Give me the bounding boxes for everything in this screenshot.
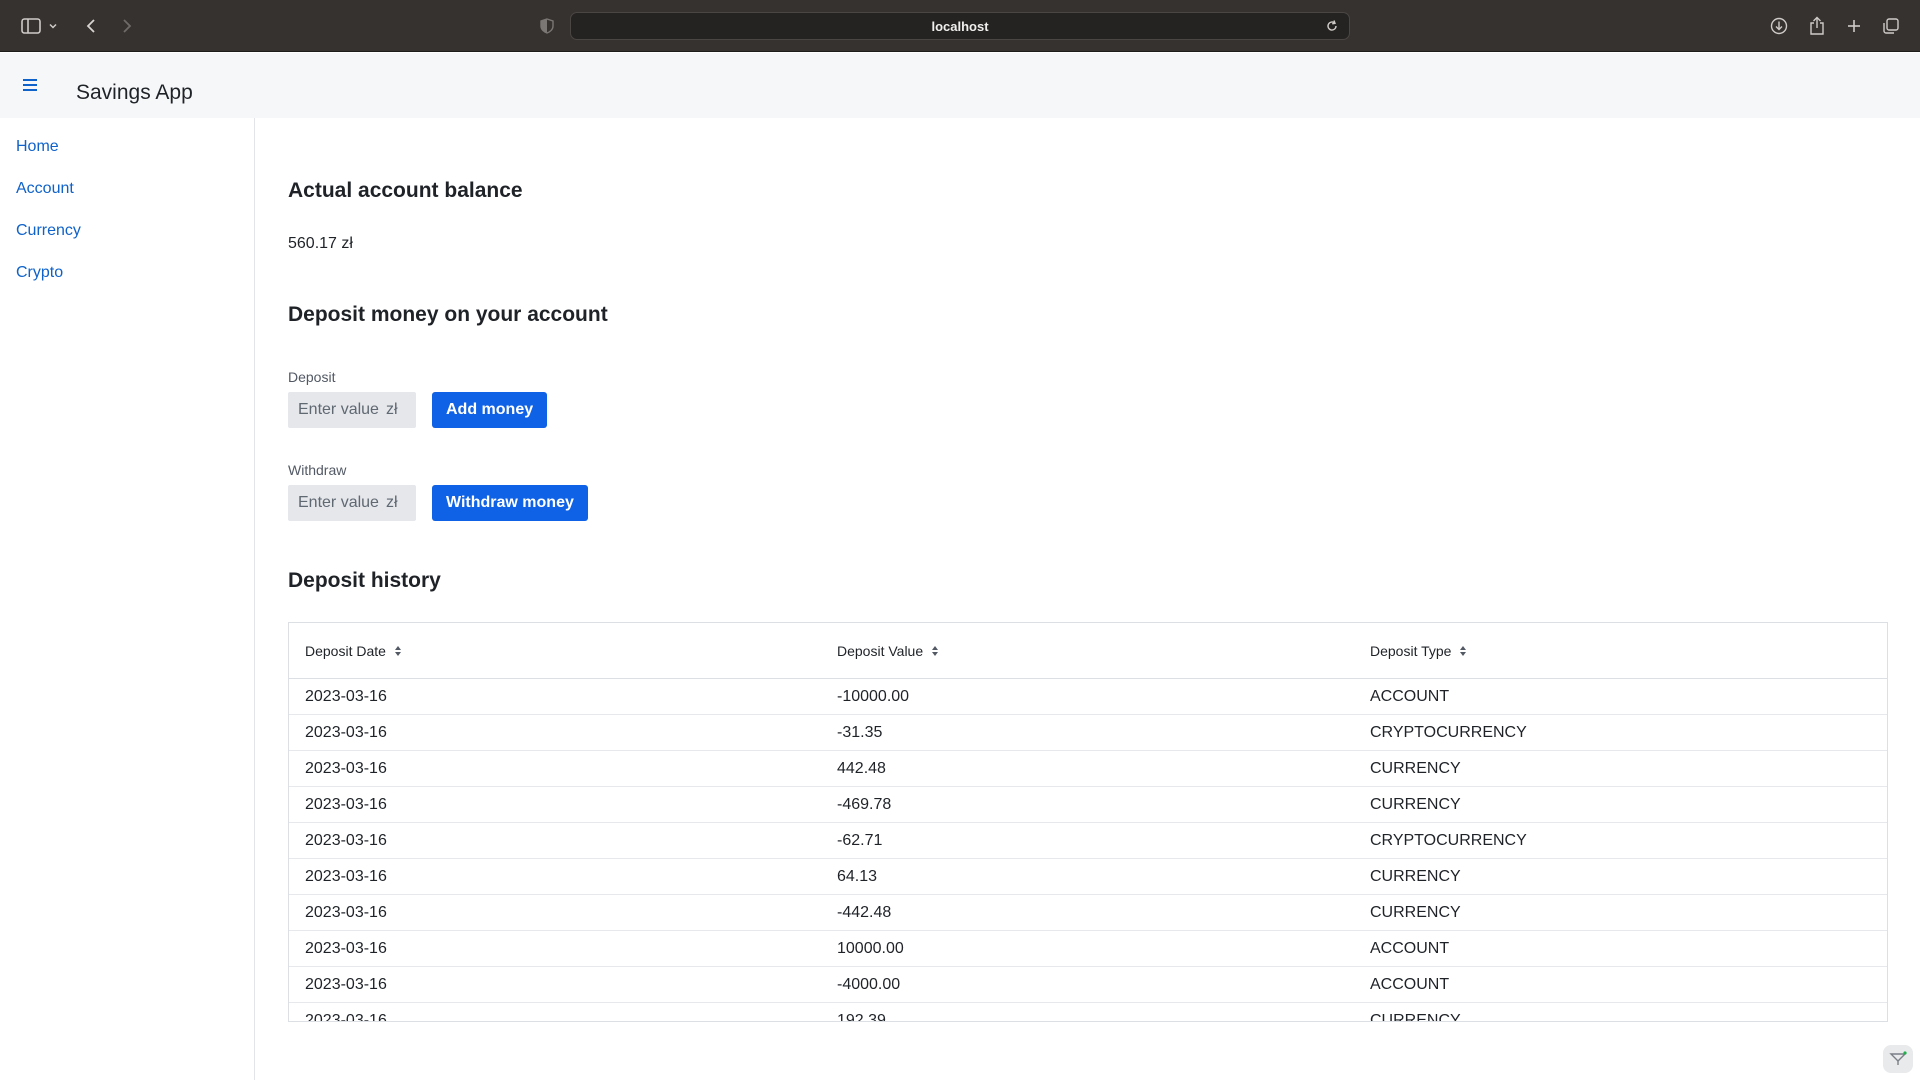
reload-icon[interactable] bbox=[1325, 19, 1339, 38]
table-row[interactable]: 2023-03-16 -469.78 CURRENCY bbox=[289, 787, 1887, 823]
app-title: Savings App bbox=[76, 81, 193, 104]
cell-type: CRYPTOCURRENCY bbox=[1370, 832, 1527, 849]
cell-type: CURRENCY bbox=[1370, 868, 1461, 885]
downloads-icon[interactable] bbox=[1766, 13, 1792, 39]
cell-type: ACCOUNT bbox=[1370, 976, 1450, 993]
deposit-section-heading: Deposit money on your account bbox=[288, 303, 608, 326]
hamburger-menu-icon[interactable] bbox=[16, 71, 44, 99]
cell-type: CURRENCY bbox=[1370, 760, 1461, 777]
table-row[interactable]: 2023-03-16 -4000.00 ACCOUNT bbox=[289, 967, 1887, 1003]
sidebar-item-currency[interactable]: Currency bbox=[16, 222, 81, 240]
table-row[interactable]: 2023-03-16 64.13 CURRENCY bbox=[289, 859, 1887, 895]
deposit-input[interactable] bbox=[288, 392, 384, 428]
new-tab-plus-icon[interactable] bbox=[1841, 13, 1867, 39]
cell-type: CURRENCY bbox=[1370, 1012, 1461, 1022]
table-row[interactable]: 2023-03-16 -31.35 CRYPTOCURRENCY bbox=[289, 715, 1887, 751]
column-header-date[interactable]: Deposit Date bbox=[305, 643, 402, 659]
sidebar-item-home[interactable]: Home bbox=[16, 138, 59, 156]
add-money-button[interactable]: Add money bbox=[432, 392, 548, 428]
column-header-type-label: Deposit Type bbox=[1370, 643, 1452, 659]
main-content: Actual account balance 560.17 zł Deposit… bbox=[256, 118, 1920, 1080]
withdraw-input[interactable] bbox=[288, 485, 384, 521]
cell-date: 2023-03-16 bbox=[305, 832, 387, 849]
table-row[interactable]: 2023-03-16 -10000.00 ACCOUNT bbox=[289, 679, 1887, 715]
tab-overview-icon[interactable] bbox=[1878, 13, 1904, 39]
cell-value: -442.48 bbox=[837, 904, 892, 921]
sidebar-toggle-icon[interactable] bbox=[18, 13, 44, 39]
deposit-input-group: zł bbox=[288, 392, 416, 428]
cell-date: 2023-03-16 bbox=[305, 940, 387, 957]
chevron-down-icon[interactable] bbox=[46, 13, 60, 39]
cell-date: 2023-03-16 bbox=[305, 1012, 387, 1022]
deposit-label: Deposit bbox=[288, 369, 336, 385]
privacy-shield-icon[interactable] bbox=[534, 13, 560, 39]
table-row[interactable]: 2023-03-16 192.39 CURRENCY bbox=[289, 1003, 1887, 1022]
cell-type: ACCOUNT bbox=[1370, 940, 1450, 957]
cell-value: 10000.00 bbox=[837, 940, 904, 957]
column-header-date-label: Deposit Date bbox=[305, 643, 386, 659]
cell-value: 64.13 bbox=[837, 868, 878, 885]
deposit-currency-suffix: zł bbox=[386, 401, 398, 418]
column-header-value[interactable]: Deposit Value bbox=[837, 643, 939, 659]
sort-icon[interactable] bbox=[394, 645, 402, 657]
table-row[interactable]: 2023-03-16 10000.00 ACCOUNT bbox=[289, 931, 1887, 967]
deposit-history-table[interactable]: Deposit Date Deposit Value Deposit Type … bbox=[288, 622, 1888, 1022]
cell-type: CRYPTOCURRENCY bbox=[1370, 724, 1527, 741]
cell-date: 2023-03-16 bbox=[305, 796, 387, 813]
cell-type: CURRENCY bbox=[1370, 904, 1461, 921]
balance-heading: Actual account balance bbox=[288, 179, 523, 202]
sort-icon[interactable] bbox=[1459, 645, 1467, 657]
feedback-icon[interactable] bbox=[1883, 1045, 1913, 1073]
cell-date: 2023-03-16 bbox=[305, 868, 387, 885]
sort-icon[interactable] bbox=[931, 645, 939, 657]
cell-value: -62.71 bbox=[837, 832, 883, 849]
table-row[interactable]: 2023-03-16 -442.48 CURRENCY bbox=[289, 895, 1887, 931]
history-heading: Deposit history bbox=[288, 569, 441, 592]
cell-type: CURRENCY bbox=[1370, 796, 1461, 813]
withdraw-currency-suffix: zł bbox=[386, 494, 398, 511]
table-row[interactable]: 2023-03-16 442.48 CURRENCY bbox=[289, 751, 1887, 787]
url-text: localhost bbox=[931, 18, 989, 34]
column-header-type[interactable]: Deposit Type bbox=[1370, 643, 1467, 659]
address-bar[interactable]: localhost bbox=[570, 12, 1350, 40]
cell-date: 2023-03-16 bbox=[305, 904, 387, 921]
withdraw-money-button[interactable]: Withdraw money bbox=[432, 485, 588, 521]
cell-value: -10000.00 bbox=[837, 688, 910, 705]
cell-value: -4000.00 bbox=[837, 976, 901, 993]
cell-date: 2023-03-16 bbox=[305, 760, 387, 777]
sidebar-nav: Home Account Currency Crypto bbox=[0, 118, 255, 1080]
cell-value: 442.48 bbox=[837, 760, 886, 777]
cell-type: ACCOUNT bbox=[1370, 688, 1450, 705]
app-header: Savings App bbox=[0, 53, 1920, 118]
sidebar-item-account[interactable]: Account bbox=[16, 180, 74, 198]
balance-value: 560.17 zł bbox=[288, 235, 353, 252]
cell-value: -469.78 bbox=[837, 796, 892, 813]
cell-date: 2023-03-16 bbox=[305, 688, 387, 705]
sidebar-item-crypto[interactable]: Crypto bbox=[16, 264, 63, 282]
cell-date: 2023-03-16 bbox=[305, 724, 387, 741]
cell-date: 2023-03-16 bbox=[305, 976, 387, 993]
forward-icon[interactable] bbox=[114, 13, 140, 39]
table-header: Deposit Date Deposit Value Deposit Type bbox=[289, 623, 1887, 679]
cell-value: -31.35 bbox=[837, 724, 883, 741]
column-header-value-label: Deposit Value bbox=[837, 643, 924, 659]
share-icon[interactable] bbox=[1804, 13, 1830, 39]
back-icon[interactable] bbox=[78, 13, 104, 39]
cell-value: 192.39 bbox=[837, 1012, 886, 1022]
withdraw-label: Withdraw bbox=[288, 462, 347, 478]
withdraw-input-group: zł bbox=[288, 485, 416, 521]
table-row[interactable]: 2023-03-16 -62.71 CRYPTOCURRENCY bbox=[289, 823, 1887, 859]
browser-toolbar: localhost bbox=[0, 0, 1920, 52]
